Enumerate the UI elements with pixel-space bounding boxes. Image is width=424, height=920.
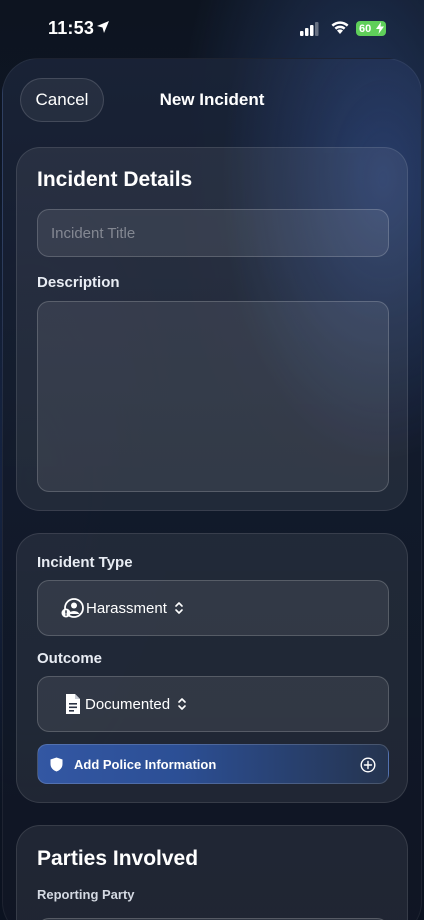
- location-arrow-icon: [97, 21, 109, 33]
- add-police-information-button[interactable]: Add Police Information: [37, 744, 389, 784]
- outcome-value: Documented: [85, 695, 171, 713]
- wifi-icon: [331, 21, 349, 34]
- incident-type-picker[interactable]: Harassment: [37, 580, 389, 636]
- parties-involved-card: Parties Involved Reporting Party: [16, 825, 408, 920]
- shield-icon: [50, 757, 63, 771]
- incident-type-label: Incident Type: [37, 554, 133, 571]
- reporting-party-label: Reporting Party: [37, 887, 135, 902]
- incident-type-value: Harassment: [86, 599, 167, 617]
- battery-indicator: 60: [356, 21, 386, 36]
- outcome-picker[interactable]: Documented: [37, 676, 389, 732]
- incident-classification-card: Incident Type Harassment Outcome Documen…: [16, 533, 408, 803]
- chevron-updown-icon: [178, 698, 186, 710]
- document-icon: [66, 694, 80, 714]
- add-police-information-label: Add Police Information: [74, 756, 217, 772]
- charging-bolt-icon: [376, 22, 384, 34]
- person-warning-icon: [61, 598, 84, 618]
- parties-involved-heading: Parties Involved: [37, 847, 199, 870]
- page-title: New Incident: [159, 90, 265, 109]
- plus-circle-icon: [360, 757, 376, 773]
- status-bar: 11:53 60: [0, 0, 424, 56]
- chevron-updown-icon: [175, 602, 183, 614]
- incident-details-card: Incident Details Incident Title Descript…: [16, 147, 408, 511]
- cellular-signal-icon: [300, 22, 319, 36]
- status-time: 11:53: [48, 18, 95, 38]
- battery-level: 60: [359, 22, 372, 35]
- description-label: Description: [37, 274, 120, 291]
- incident-title-input[interactable]: Incident Title: [37, 209, 389, 257]
- incident-details-heading: Incident Details: [37, 168, 193, 191]
- description-textarea[interactable]: [37, 301, 389, 492]
- outcome-label: Outcome: [37, 650, 103, 667]
- incident-title-placeholder: Incident Title: [51, 224, 136, 242]
